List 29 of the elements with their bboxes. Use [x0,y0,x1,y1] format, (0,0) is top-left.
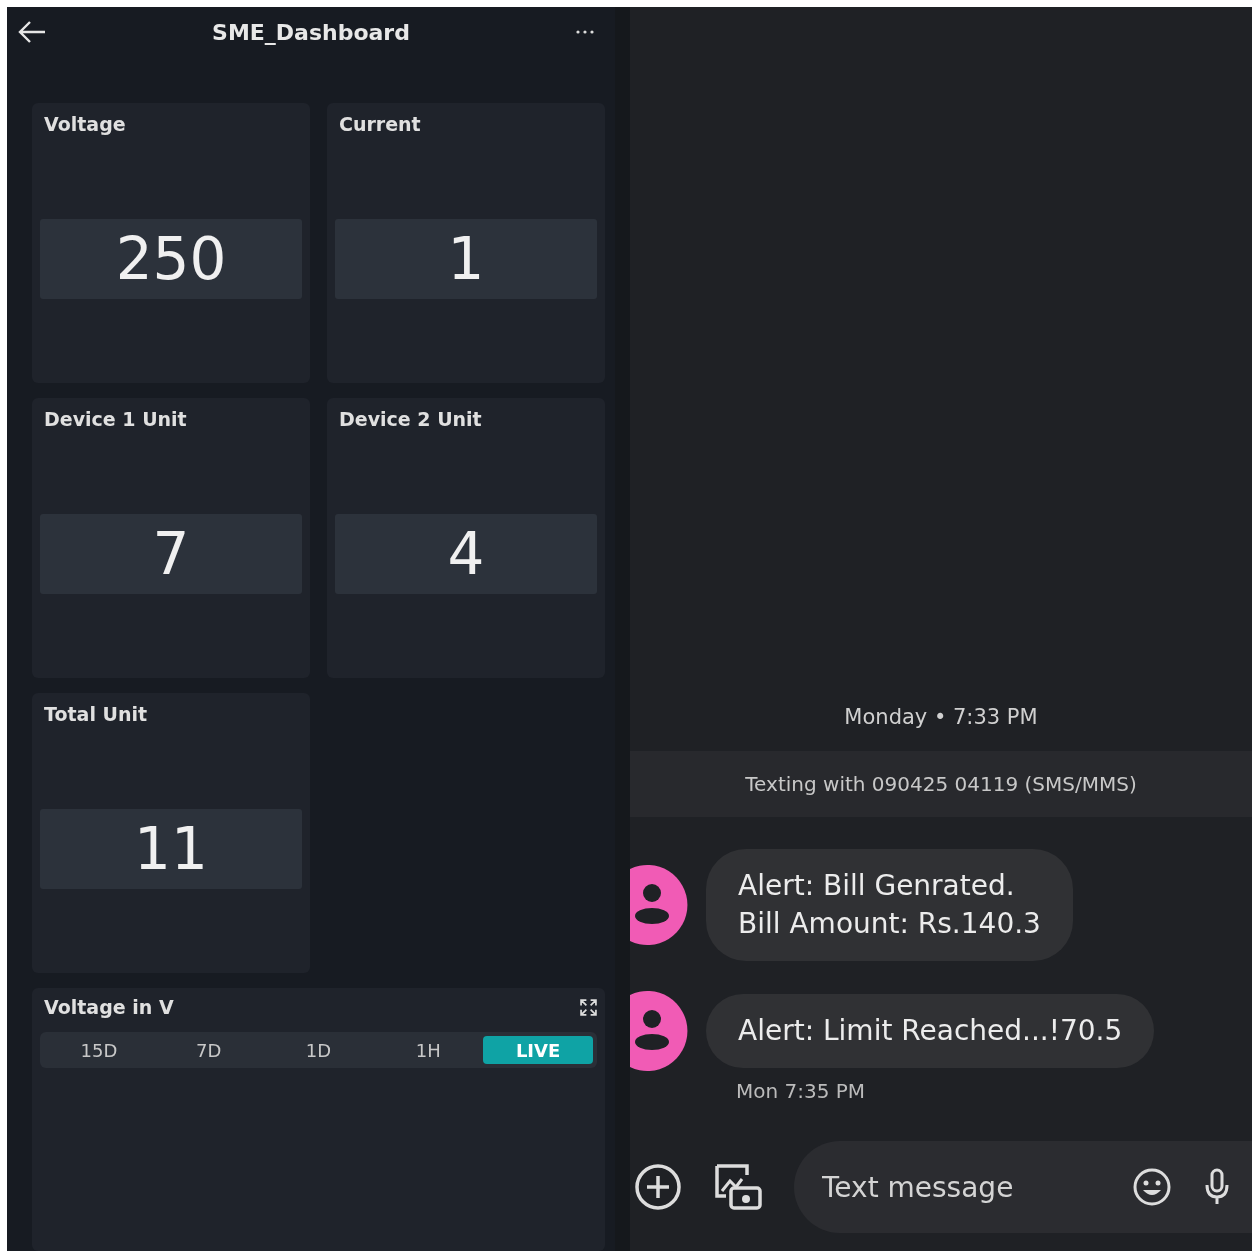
conversation-banner: Texting with 090425 04119 (SMS/MMS) [630,751,1252,817]
value-display: 7 [40,514,302,594]
period-tab[interactable]: 7D [153,1036,264,1064]
message-bubble: Alert: Bill Genrated. Bill Amount: Rs.140.3 [706,849,1073,961]
tile-label: Total Unit [44,703,149,725]
gallery-icon[interactable] [714,1163,762,1211]
tile-label: Current [339,113,422,135]
add-icon[interactable] [634,1163,682,1211]
chart-title: Voltage in V [44,996,174,1018]
compose-bar[interactable]: Text message [794,1141,1252,1233]
message-field[interactable]: Text message [820,1169,1102,1205]
value-display: 250 [40,219,302,299]
back-icon[interactable] [17,20,47,44]
tile-label: Voltage [44,113,127,135]
period-tab[interactable]: 1H [373,1036,484,1064]
more-icon[interactable] [575,29,595,35]
fullscreen-icon[interactable] [580,998,597,1016]
date-label: Monday • 7:33 PM [844,705,1038,729]
dashboard-title: SME_Dashboard [212,19,410,45]
period-tab[interactable]: 15D [44,1036,154,1064]
value-display: 4 [335,514,597,594]
emoji-icon[interactable] [1132,1167,1172,1207]
message-time: Mon 7:35 PM [736,1079,867,1103]
message-bubble: Alert: Limit Reached...!70.5 [706,994,1155,1068]
value-display: 11 [40,809,302,889]
tile-label: Device 2 Unit [339,408,483,430]
period-tab[interactable]: 1D [263,1036,374,1064]
value-display: 1 [335,219,597,299]
tile-label: Device 1 Unit [44,408,188,430]
